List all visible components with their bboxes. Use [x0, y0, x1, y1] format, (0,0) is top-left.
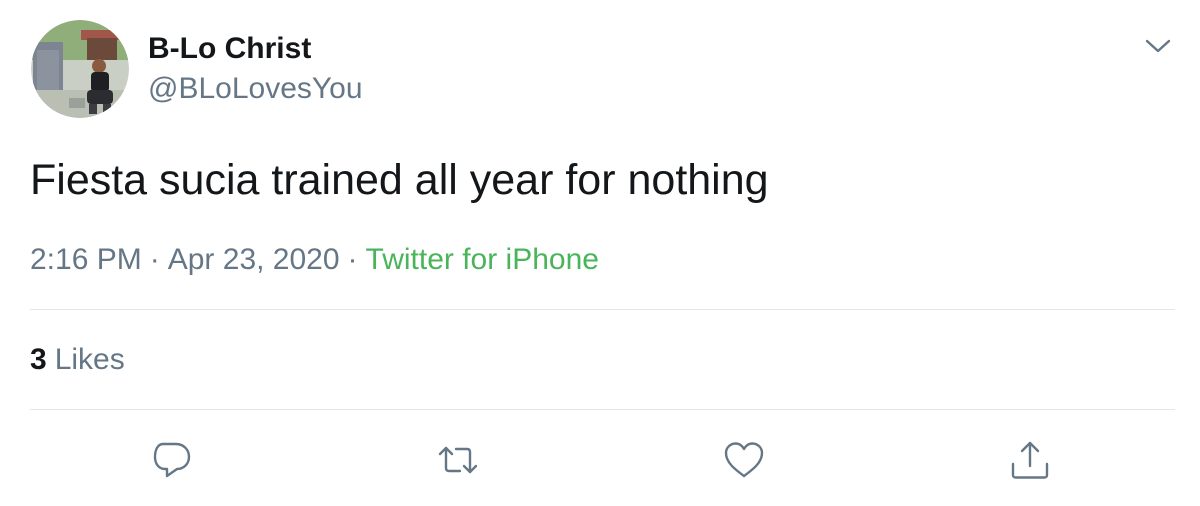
divider — [30, 409, 1175, 410]
user-handle[interactable]: @BLoLovesYou — [148, 70, 363, 108]
share-button[interactable] — [1008, 438, 1052, 482]
tweet-meta: 2:16 PM · Apr 23, 2020 · Twitter for iPhone — [30, 240, 599, 280]
likes-stat[interactable]: 3 Likes — [30, 340, 125, 380]
divider — [30, 309, 1175, 310]
tweet-card: B-Lo Christ @BLoLovesYou Fiesta sucia tr… — [0, 0, 1200, 506]
heart-icon — [724, 442, 764, 478]
avatar[interactable] — [31, 20, 129, 118]
likes-label: Likes — [54, 343, 125, 376]
tweet-date[interactable]: Apr 23, 2020 — [168, 243, 340, 276]
meta-separator: · — [347, 243, 358, 276]
reply-button[interactable] — [150, 438, 194, 482]
display-name[interactable]: B-Lo Christ — [148, 30, 311, 68]
like-button[interactable] — [722, 438, 766, 482]
share-icon — [1011, 441, 1049, 479]
tweet-text: Fiesta sucia trained all year for nothin… — [30, 156, 769, 204]
reply-icon — [153, 442, 191, 478]
chevron-down-icon[interactable] — [1140, 30, 1176, 62]
avatar-photo — [31, 20, 129, 118]
tweet-time[interactable]: 2:16 PM — [30, 243, 142, 276]
retweet-icon — [438, 446, 478, 474]
retweet-button[interactable] — [436, 438, 480, 482]
likes-count: 3 — [30, 343, 47, 376]
tweet-source-link[interactable]: Twitter for iPhone — [366, 243, 599, 276]
meta-separator: · — [149, 243, 160, 276]
